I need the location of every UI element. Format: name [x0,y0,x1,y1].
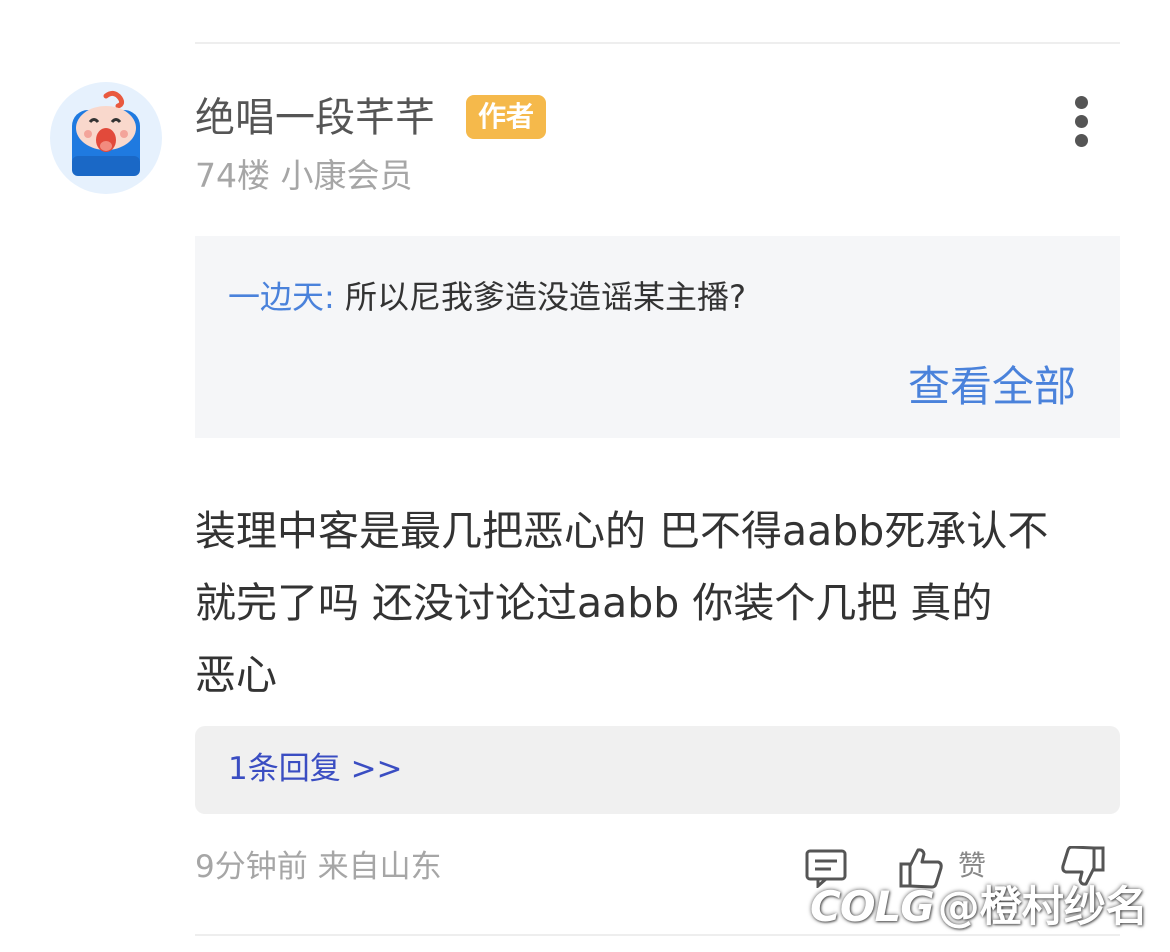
quoted-reply-line: 一边天: 所以尼我爹造没造谣某主播? [228,276,746,318]
floor-and-level: 74楼 小康会员 [195,156,413,195]
comment-body-line: 恶心 [195,651,277,699]
user-avatar[interactable] [50,82,162,194]
quoted-reply-author[interactable]: 一边天: [228,278,335,316]
view-all-link[interactable]: 查看全部 [908,360,1076,414]
quoted-reply-text: 所以尼我爹造没造谣某主播? [344,278,746,316]
comment-body: 装理中客是最几把恶心的 巴不得aabb死承认不 就完了吗 还没讨论过aabb 你… [195,495,1130,711]
watermark-logo: COLG [810,882,935,931]
watermark-handle: @橙村纱名 [937,882,1148,931]
comment-body-line: 就完了吗 还没讨论过aabb 你装个几把 真的 [195,579,993,627]
comment-body-line: 装理中客是最几把恶心的 巴不得aabb死承认不 [195,507,1049,555]
time-and-location: 9分钟前 来自山东 [195,849,442,885]
author-badge: 作者 [466,95,547,139]
view-replies-link[interactable]: 1条回复 >> [228,748,403,790]
cartoon-avatar-icon [72,90,140,176]
watermark: COLG@橙村纱名 [810,878,1148,936]
comment-author-name[interactable]: 绝唱一段芊芊 [195,92,435,144]
more-options-button[interactable] [1066,96,1098,147]
top-divider [195,42,1120,44]
